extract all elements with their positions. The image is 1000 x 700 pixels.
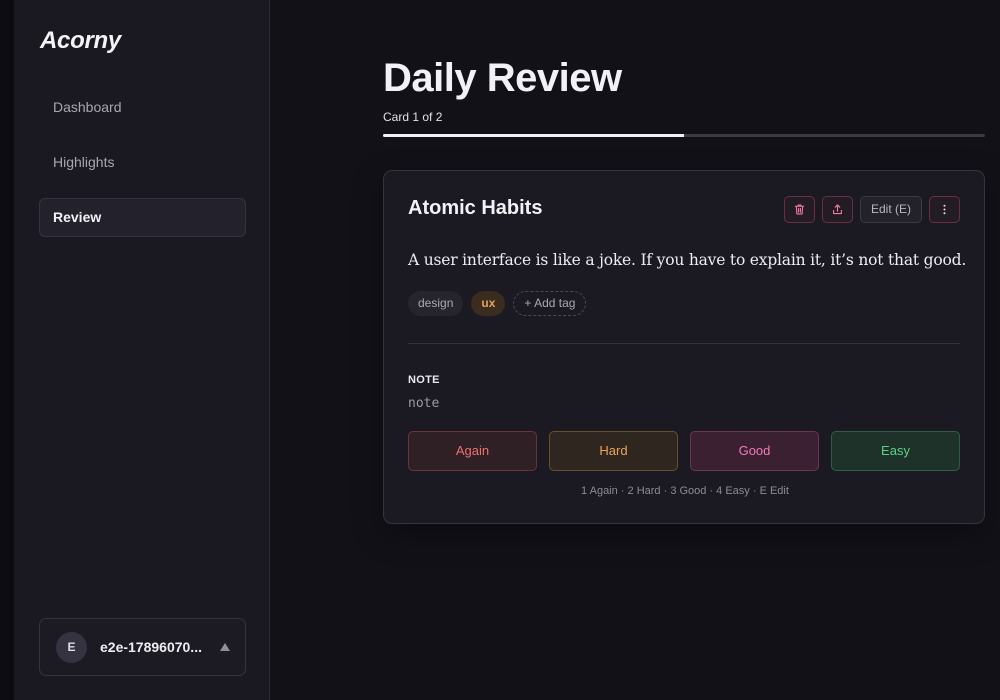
main-content: Daily Review Card 1 of 2 Atomic Habits E…: [271, 0, 1000, 700]
card-title: Atomic Habits: [408, 197, 543, 219]
delete-button[interactable]: [783, 196, 815, 223]
rating-buttons: Again Hard Good Easy: [408, 431, 960, 471]
keyboard-shortcuts-hint: 1 Again · 2 Hard · 3 Good · 4 Easy · E E…: [581, 485, 789, 497]
sidebar: Acorny Dashboard Highlights Review E e2e…: [14, 0, 270, 700]
highlight-quote: A user interface is like a joke. If you …: [408, 251, 967, 269]
note-field[interactable]: note: [408, 396, 439, 411]
app-root: Acorny Dashboard Highlights Review E e2e…: [0, 0, 1000, 700]
easy-button[interactable]: Easy: [831, 431, 960, 471]
card-actions: Edit (E): [783, 196, 960, 223]
progress-bar: [383, 134, 985, 137]
hard-button[interactable]: Hard: [549, 431, 678, 471]
share-icon: [833, 204, 842, 215]
user-menu-button[interactable]: E e2e-17896070...: [39, 618, 246, 676]
page-title: Daily Review: [383, 56, 622, 100]
add-tag-button[interactable]: + Add tag: [513, 291, 587, 316]
sidebar-item-highlights[interactable]: Highlights: [39, 143, 246, 182]
tag-ux[interactable]: ux: [471, 291, 506, 316]
again-button[interactable]: Again: [408, 431, 537, 471]
review-card: Atomic Habits Edit (E) A user interface …: [383, 170, 985, 524]
tag-design[interactable]: design: [408, 291, 464, 316]
edit-button[interactable]: Edit (E): [859, 196, 922, 223]
sidebar-nav: Dashboard Highlights Review: [39, 88, 246, 253]
avatar: E: [56, 632, 87, 663]
divider: [408, 343, 960, 344]
chevron-up-icon: [220, 643, 230, 651]
progress-label: Card 1 of 2: [383, 110, 443, 124]
more-options-button[interactable]: [929, 196, 960, 223]
tag-list: design ux + Add tag: [408, 291, 587, 316]
more-vertical-icon: [943, 204, 946, 215]
good-button[interactable]: Good: [690, 431, 819, 471]
note-label: NOTE: [408, 374, 440, 386]
share-button[interactable]: [821, 196, 853, 223]
window-edge: [0, 0, 14, 700]
sidebar-item-review[interactable]: Review: [39, 198, 246, 237]
progress-bar-fill: [383, 134, 684, 137]
user-name: e2e-17896070...: [100, 639, 202, 655]
app-logo[interactable]: Acorny: [40, 27, 121, 55]
trash-icon: [794, 204, 805, 215]
sidebar-item-dashboard[interactable]: Dashboard: [39, 88, 246, 127]
